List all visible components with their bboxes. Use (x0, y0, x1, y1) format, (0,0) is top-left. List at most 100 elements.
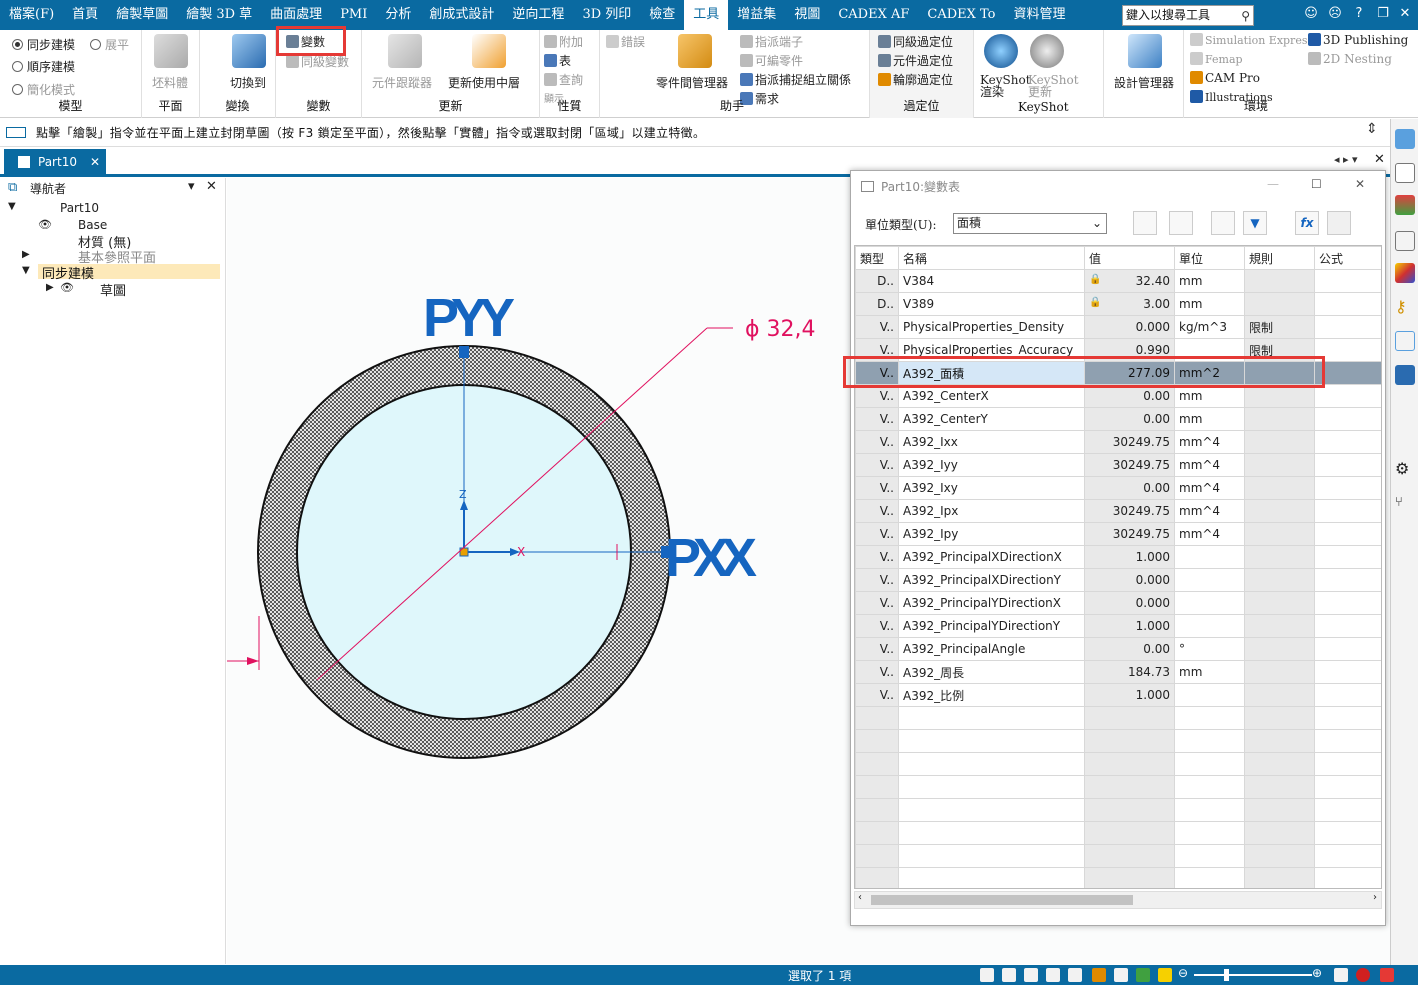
empty-cell[interactable] (1314, 867, 1381, 888)
empty-cell[interactable] (1174, 775, 1245, 799)
empty-cell[interactable] (1244, 775, 1315, 799)
type-cell[interactable]: V.. (855, 614, 899, 638)
update-active-button[interactable]: 更新使用中層 (448, 74, 520, 91)
value-cell[interactable]: 30249.75 (1084, 522, 1175, 546)
menu-item[interactable]: 創成式設計 (420, 0, 503, 30)
value-cell[interactable]: 0.00 (1084, 637, 1175, 661)
type-cell[interactable]: V.. (855, 453, 899, 477)
name-cell[interactable]: A392_Ixx (898, 430, 1085, 454)
name-cell[interactable]: A392_Ipy (898, 522, 1085, 546)
formula-cell[interactable] (1314, 269, 1381, 293)
formula-icon[interactable]: fx (1295, 211, 1319, 235)
sort-icon[interactable] (1169, 211, 1193, 235)
empty-cell[interactable] (898, 798, 1085, 822)
menu-item[interactable]: 繪製草圖 (107, 0, 177, 30)
tree-item-sync[interactable]: 同步建模 (42, 263, 94, 282)
table-row[interactable]: V.. A392_PrincipalXDirectionX 1.000 (855, 545, 1381, 569)
empty-cell[interactable] (1314, 752, 1381, 776)
restore-icon[interactable]: ❐ (1374, 5, 1392, 23)
empty-cell[interactable] (855, 752, 899, 776)
rule-cell[interactable] (1244, 269, 1315, 293)
unit-cell[interactable]: mm^4 (1174, 476, 1245, 500)
formula-cell[interactable] (1314, 407, 1381, 431)
table-row[interactable]: V.. A392_Ixy 0.00 mm^4 (855, 476, 1381, 500)
empty-row[interactable] (855, 775, 1381, 799)
menu-item[interactable]: CADEX To (918, 0, 1004, 30)
unit-cell[interactable] (1174, 568, 1245, 592)
rule-cell[interactable] (1244, 545, 1315, 569)
menu-item[interactable]: 繪製 3D 草 (177, 0, 261, 30)
component-position-button[interactable]: 元件過定位 (878, 52, 953, 69)
type-cell[interactable]: V.. (855, 315, 899, 339)
empty-cell[interactable] (1244, 752, 1315, 776)
type-cell[interactable]: V.. (855, 476, 899, 500)
design-manager-icon[interactable] (1128, 34, 1162, 68)
eye-icon[interactable]: 👁 (60, 281, 74, 294)
empty-cell[interactable] (1314, 844, 1381, 868)
assign-ends-button[interactable]: 指派端子 (740, 33, 803, 50)
value-cell[interactable]: 1.000 (1084, 614, 1175, 638)
name-cell[interactable]: A392_周長 (898, 660, 1085, 684)
component-tracker-button[interactable]: 元件跟蹤器 (372, 74, 432, 91)
pan-icon[interactable] (1046, 968, 1060, 982)
close-icon[interactable]: ✕ (1355, 177, 1365, 191)
simplified-mode-radio[interactable]: 簡化模式 (12, 81, 75, 98)
rule-cell[interactable] (1244, 614, 1315, 638)
value-cell[interactable]: 0.000 (1084, 315, 1175, 339)
horizontal-scrollbar[interactable]: ‹ › (854, 891, 1382, 909)
empty-cell[interactable] (898, 729, 1085, 753)
empty-cell[interactable] (898, 706, 1085, 730)
menu-item[interactable]: 資料管理 (1005, 0, 1075, 30)
value-cell[interactable]: 0.000 (1084, 568, 1175, 592)
value-cell[interactable]: 30249.75 (1084, 453, 1175, 477)
formula-cell[interactable] (1314, 683, 1381, 707)
unit-cell[interactable]: ° (1174, 637, 1245, 661)
type-cell[interactable]: V.. (855, 683, 899, 707)
stop-icon[interactable] (1356, 968, 1370, 982)
fit-icon[interactable] (980, 968, 994, 982)
assign-capture-button[interactable]: 指派捕捉組立關係 (740, 71, 851, 88)
color-icon[interactable] (1395, 263, 1415, 283)
empty-cell[interactable] (855, 867, 899, 888)
formula-cell[interactable] (1314, 453, 1381, 477)
table-row[interactable]: V.. A392_Ipx 30249.75 mm^4 (855, 499, 1381, 523)
formula-cell[interactable] (1314, 476, 1381, 500)
zoom-out-icon[interactable]: ⊖ (1178, 966, 1188, 980)
unit-cell[interactable]: mm^4 (1174, 499, 1245, 523)
formula-cell[interactable] (1314, 522, 1381, 546)
table-row[interactable]: V.. A392_PrincipalYDirectionX 0.000 (855, 591, 1381, 615)
expand-icon[interactable]: ▶ (46, 282, 54, 293)
rule-cell[interactable] (1244, 683, 1315, 707)
part-manager-icon[interactable] (678, 34, 712, 68)
unit-cell[interactable]: mm^4 (1174, 430, 1245, 454)
formula-cell[interactable] (1314, 591, 1381, 615)
empty-cell[interactable] (1084, 821, 1175, 845)
table-row[interactable]: V.. A392_Ixx 30249.75 mm^4 (855, 430, 1381, 454)
ordered-modeling-radio[interactable]: 順序建模 (12, 58, 75, 75)
menu-item[interactable]: 逆向工程 (503, 0, 573, 30)
name-cell[interactable]: A392_CenterY (898, 407, 1085, 431)
menu-item[interactable]: CADEX AF (829, 0, 918, 30)
value-cell[interactable]: 1.000 (1084, 683, 1175, 707)
empty-row[interactable] (855, 798, 1381, 822)
table-row[interactable]: V.. PhysicalProperties_Density 0.000 kg/m^3… (855, 315, 1381, 339)
empty-cell[interactable] (898, 844, 1085, 868)
formula-cell[interactable] (1314, 499, 1381, 523)
type-cell[interactable]: D.. (855, 269, 899, 293)
value-cell[interactable]: 0.00 (1084, 407, 1175, 431)
unit-cell[interactable]: mm (1174, 407, 1245, 431)
table-row[interactable]: V.. A392_Ipy 30249.75 mm^4 (855, 522, 1381, 546)
empty-cell[interactable] (855, 821, 899, 845)
errors-button[interactable]: 錯誤 (606, 33, 645, 50)
value-cell[interactable]: 184.73 (1084, 660, 1175, 684)
name-cell[interactable]: V384 (898, 269, 1085, 293)
empty-cell[interactable] (1244, 844, 1315, 868)
unit-cell[interactable] (1174, 591, 1245, 615)
tree-item-base[interactable]: Base (78, 218, 107, 232)
name-cell[interactable]: A392_PrincipalYDirectionX (898, 591, 1085, 615)
rule-cell[interactable] (1244, 499, 1315, 523)
type-cell[interactable]: V.. (855, 499, 899, 523)
tree-icon[interactable]: ⑂ (1395, 495, 1415, 515)
2d-nesting-button[interactable]: 2D Nesting (1308, 52, 1392, 66)
tab-part10[interactable]: Part10 ✕ (4, 149, 106, 175)
